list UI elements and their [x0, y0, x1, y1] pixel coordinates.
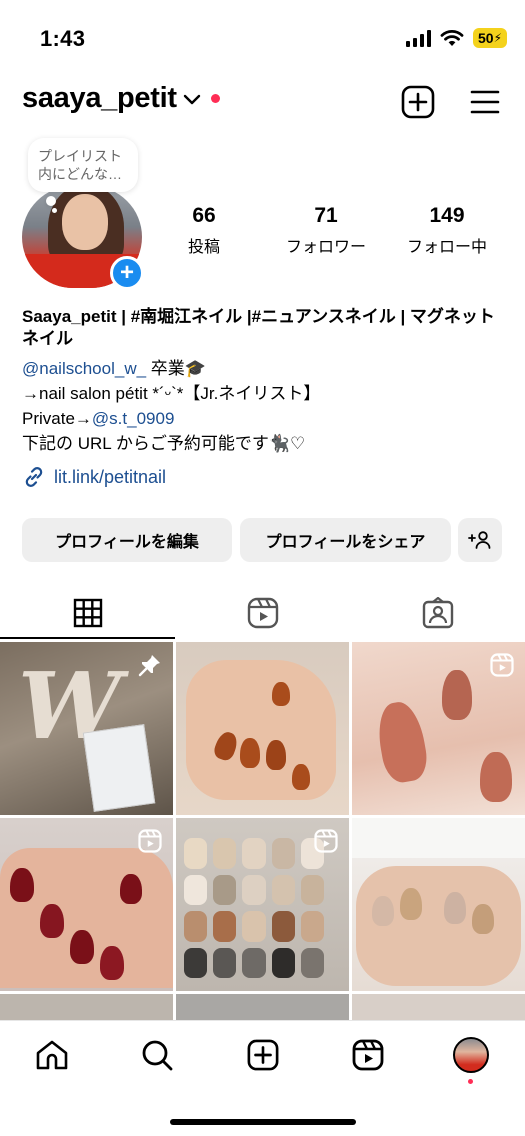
menu-button[interactable]	[467, 84, 503, 120]
nav-reels[interactable]	[348, 1035, 388, 1075]
reels-icon	[313, 828, 339, 854]
account-switcher[interactable]: saaya_petit	[22, 82, 220, 115]
active-tab-indicator	[0, 637, 175, 639]
cellular-signal-icon	[406, 29, 431, 47]
nav-home[interactable]	[32, 1035, 72, 1075]
battery-icon: 50 ⚡	[473, 28, 507, 48]
display-name: Saaya_petit | #南堀江ネイル |#ニュアンスネイル | マグネット…	[22, 307, 495, 348]
bio-mention-private[interactable]: @s.t_0909	[92, 409, 174, 428]
create-icon	[401, 85, 435, 119]
bottom-tab-bar	[0, 1020, 525, 1136]
bio-line-1-text: 卒業🎓	[146, 359, 206, 378]
stat-following[interactable]: 149 フォロー中	[398, 204, 496, 257]
reels-icon	[489, 652, 515, 678]
status-time: 1:43	[40, 26, 86, 51]
tab-reels[interactable]	[175, 584, 350, 642]
profile-header: saaya_petit	[0, 78, 525, 128]
wifi-icon	[440, 30, 464, 46]
stat-following-count: 149	[429, 204, 465, 227]
nav-search[interactable]	[137, 1035, 177, 1075]
battery-level: 50	[477, 30, 494, 46]
create-icon	[247, 1039, 279, 1071]
nav-notification-dot	[468, 1079, 473, 1084]
reels-icon	[137, 828, 163, 854]
profile-avatar-icon	[453, 1037, 489, 1073]
post-thumbnail[interactable]: W	[0, 642, 173, 815]
bio-line-3-text: Private→	[22, 409, 92, 428]
profile-note[interactable]: プレイリスト内にどんな…	[28, 138, 138, 192]
post-thumbnail[interactable]	[352, 642, 525, 815]
stat-followers-label: フォロワー	[285, 239, 366, 256]
add-story-button[interactable]: +	[110, 256, 144, 290]
stat-followers[interactable]: 71 フォロワー	[276, 204, 376, 257]
home-icon	[36, 1040, 68, 1070]
profile-avatar[interactable]: +	[22, 186, 144, 290]
stat-posts[interactable]: 66 投稿	[180, 204, 228, 257]
stat-posts-count: 66	[192, 204, 216, 227]
grid-icon	[73, 598, 102, 628]
link-icon	[25, 467, 43, 487]
note-bubble-tail-small	[52, 208, 57, 213]
bio-line-1: @nailschool_w_ 卒業🎓	[22, 356, 502, 381]
post-thumbnail[interactable]	[176, 818, 349, 991]
edit-profile-button[interactable]: プロフィールを編集	[22, 518, 232, 562]
profile-link[interactable]: lit.link/petitnail	[22, 465, 166, 489]
reels-icon	[352, 1039, 384, 1071]
pin-icon	[137, 652, 163, 678]
nav-profile[interactable]	[451, 1035, 491, 1075]
stat-following-label: フォロー中	[406, 239, 487, 256]
home-indicator	[170, 1119, 356, 1125]
tab-grid[interactable]	[0, 584, 175, 642]
status-icons: 50 ⚡	[406, 28, 507, 48]
nav-create[interactable]	[243, 1035, 283, 1075]
tab-tagged[interactable]	[350, 584, 525, 642]
search-icon	[142, 1040, 173, 1071]
stat-followers-count: 71	[314, 204, 338, 227]
stat-posts-label: 投稿	[187, 239, 220, 256]
bio-line-3: Private→@s.t_0909	[22, 406, 502, 431]
bio-mention-school[interactable]: @nailschool_w_	[22, 359, 146, 378]
bio-line-4: 下記の URL からご予約可能です🐈‍⬛♡	[22, 434, 306, 453]
profile-bio: Saaya_petit | #南堀江ネイル |#ニュアンスネイル | マグネット…	[22, 306, 502, 456]
chevron-down-icon	[183, 94, 200, 104]
profile-link-text: lit.link/petitnail	[54, 466, 167, 487]
profile-tabs	[0, 584, 525, 642]
add-person-icon	[468, 531, 491, 549]
notification-dot	[210, 94, 220, 103]
tagged-icon	[422, 597, 453, 629]
post-thumbnail[interactable]	[176, 642, 349, 815]
suggested-people-button[interactable]	[458, 518, 502, 562]
share-profile-button[interactable]: プロフィールをシェア	[240, 518, 451, 562]
reels-icon	[247, 597, 278, 629]
hamburger-menu-icon	[470, 90, 500, 114]
create-button[interactable]	[400, 84, 436, 120]
post-thumbnail[interactable]	[352, 818, 525, 991]
status-bar: 1:43 50 ⚡	[0, 0, 525, 78]
bio-line-2: →nail salon pétit *´ᵕ`*【Jr.ネイリスト】	[22, 384, 321, 403]
post-thumbnail[interactable]	[0, 818, 173, 991]
note-bubble-tail	[46, 196, 56, 206]
posts-grid: W	[0, 642, 525, 1027]
username: saaya_petit	[22, 82, 177, 114]
